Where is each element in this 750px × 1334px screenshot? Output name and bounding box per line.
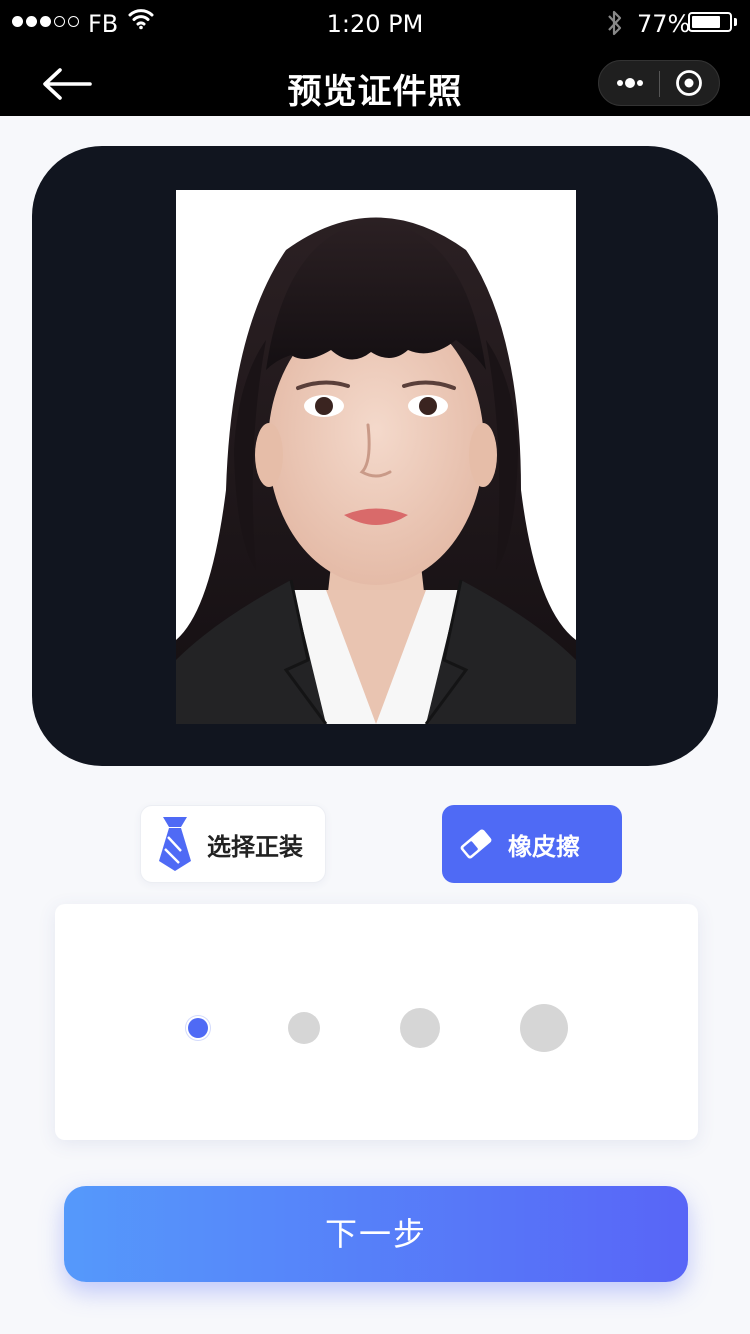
battery-icon bbox=[688, 12, 732, 32]
brush-size-panel bbox=[55, 904, 698, 1140]
mini-program-capsule bbox=[598, 60, 720, 106]
capsule-divider bbox=[659, 71, 660, 97]
eraser-icon bbox=[458, 827, 494, 861]
brush-size-option[interactable] bbox=[400, 1008, 440, 1048]
battery-level-fill bbox=[692, 16, 720, 28]
brush-size-option[interactable] bbox=[288, 1012, 320, 1044]
eraser-label: 橡皮擦 bbox=[508, 832, 580, 861]
tie-icon bbox=[157, 815, 193, 873]
next-step-button[interactable]: 下一步 bbox=[64, 1186, 688, 1282]
battery-percent: 77% bbox=[637, 10, 691, 38]
bluetooth-icon bbox=[608, 10, 622, 36]
status-bar: FB 1:20 PM 77% bbox=[0, 0, 750, 50]
photo-preview-card bbox=[32, 146, 718, 766]
brush-size-option[interactable] bbox=[520, 1004, 568, 1052]
id-photo[interactable] bbox=[176, 190, 576, 724]
top-bar: FB 1:20 PM 77% 预览证件照 bbox=[0, 0, 750, 116]
more-dots-icon bbox=[617, 78, 643, 88]
close-mini-program-button[interactable] bbox=[661, 61, 719, 105]
choose-formal-wear-button[interactable]: 选择正装 bbox=[140, 805, 326, 883]
more-button[interactable] bbox=[599, 61, 659, 105]
target-close-icon bbox=[676, 70, 702, 96]
portrait-image bbox=[176, 217, 576, 724]
battery-tip bbox=[734, 18, 737, 26]
brush-size-option[interactable] bbox=[188, 1018, 208, 1038]
eraser-button[interactable]: 橡皮擦 bbox=[442, 805, 622, 883]
choose-formal-wear-label: 选择正装 bbox=[207, 832, 303, 861]
